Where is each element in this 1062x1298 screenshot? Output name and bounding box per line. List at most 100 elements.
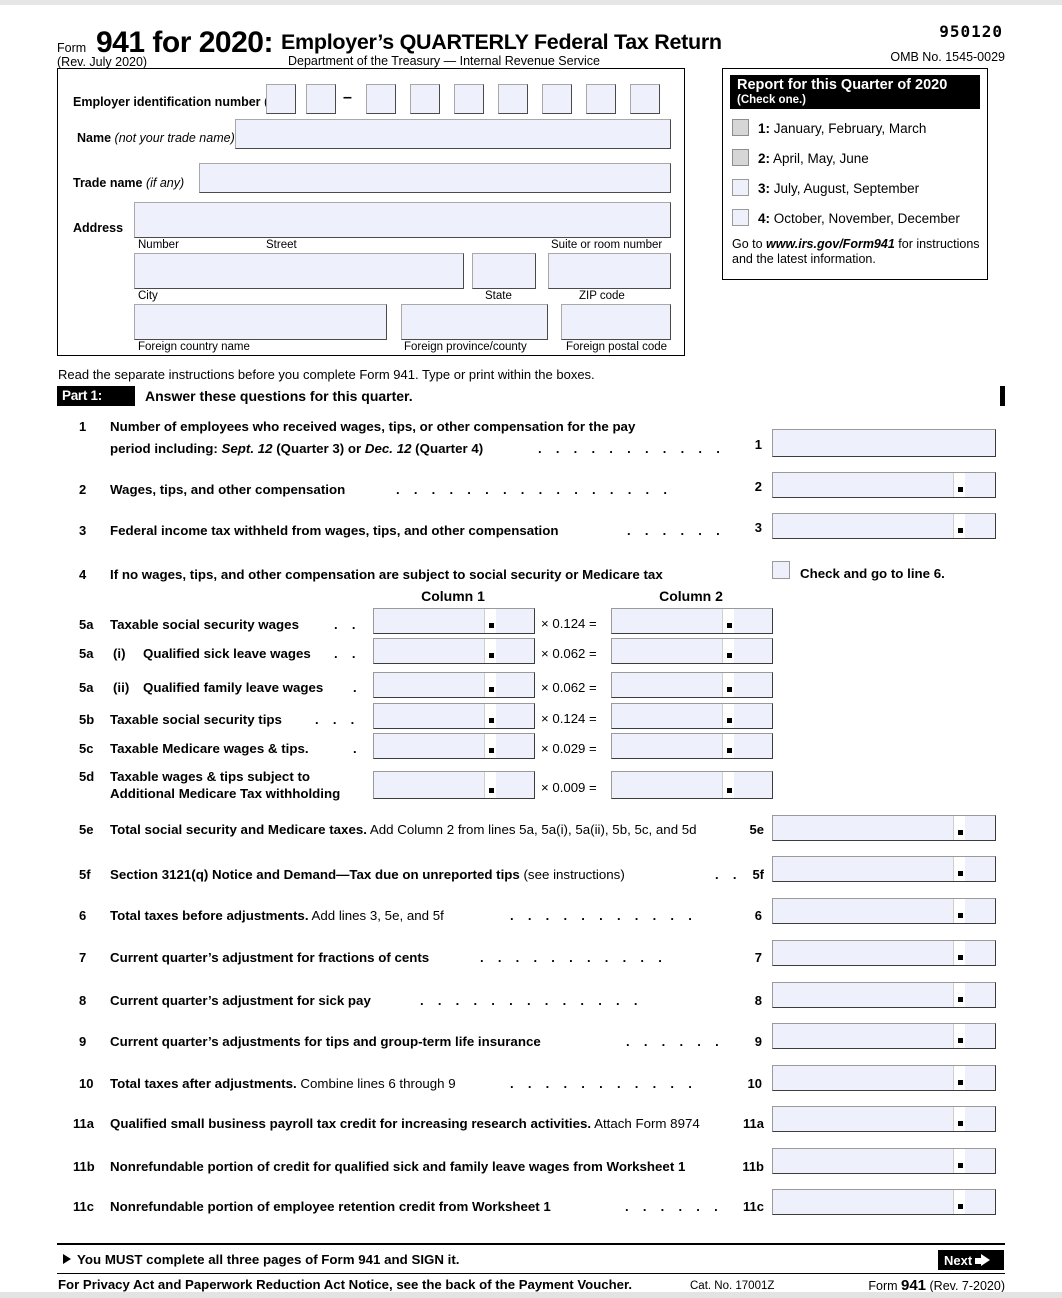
ein-digit-2[interactable] [306,84,336,114]
form-941-page: Form (Rev. July 2020) 941 for 2020: Empl… [0,5,1062,1298]
line-11a-rownum: 11a [743,1116,764,1131]
line-5ai-col2-input[interactable] [611,638,773,664]
line-5f-input[interactable] [772,856,996,882]
quarter-box-subtitle: (Check one.) [737,94,807,106]
ein-digit-4[interactable] [410,84,440,114]
line-10-text: Total taxes after adjustments. Combine l… [110,1076,456,1091]
quarter-checkbox-2[interactable] [732,149,749,166]
ein-digit-6[interactable] [498,84,528,114]
quarter-label-4: October, November, December [773,211,960,226]
line-2-input[interactable] [772,472,996,498]
line-5a-col1-input[interactable] [373,608,535,634]
line-3-text: Federal income tax withheld from wages, … [110,523,559,538]
line-9-input[interactable] [772,1023,996,1049]
line-5e-text: Total social security and Medicare taxes… [110,822,697,837]
ein-digit-7[interactable] [542,84,572,114]
line-5aii-col1-input[interactable] [373,672,535,698]
line-8-number: 8 [79,993,87,1008]
line-5b-col1-input[interactable] [373,703,535,729]
line-5b-text: Taxable social security tips [110,712,282,727]
line-5c-dots: . [353,741,362,756]
foreign-country-input[interactable] [134,304,387,340]
foreign-province-input[interactable] [401,304,548,340]
line-5e-number: 5e [79,822,94,837]
quarter-option-4[interactable]: 4: October, November, December [732,209,960,226]
line-5c-col2-input[interactable] [611,733,773,759]
street-address-input[interactable] [134,202,671,238]
ein-digit-5[interactable] [454,84,484,114]
name-input[interactable] [235,119,671,149]
line-5d-number: 5d [79,769,95,784]
next-button-label: Next [944,1253,973,1268]
line-4-checkbox-label: Check and go to line 6. [800,566,945,581]
city-input[interactable] [134,253,464,289]
line-5ai-dots: . . [334,646,361,661]
line-2-dots: . . . . . . . . . . . . . . . . [396,482,673,497]
line-4-number: 4 [79,567,87,582]
line-5f-text: Section 3121(q) Notice and Demand—Tax du… [110,867,625,882]
zip-sublabel: ZIP code [579,290,625,302]
line-11b-number: 11b [73,1159,95,1174]
line-1-input[interactable] [772,429,996,457]
line-5f-dots: . . [715,867,742,882]
line-7-input[interactable] [772,940,996,966]
quarter-checkbox-1[interactable] [732,119,749,136]
quarter-option-2[interactable]: 2: April, May, June [732,149,869,166]
ein-digit-9[interactable] [630,84,660,114]
line-11b-text: Nonrefundable portion of credit for qual… [110,1159,686,1174]
line-4-checkbox[interactable] [772,561,790,579]
column-2-header: Column 2 [659,588,723,604]
quarter-label-1: January, February, March [773,121,927,136]
column-1-header: Column 1 [421,588,485,604]
line-5d-col2-input[interactable] [611,771,773,799]
line-10-dots: . . . . . . . . . . . [510,1076,698,1091]
line-5b-multiplier: × 0.124 = [541,711,597,726]
line-5c-col1-input[interactable] [373,733,535,759]
ein-digit-8[interactable] [586,84,616,114]
quarter-option-3[interactable]: 3: July, August, September [732,179,919,196]
line-5d-text-a: Taxable wages & tips subject to [110,769,310,784]
line-5a-col2-input[interactable] [611,608,773,634]
line-9-rownum: 9 [754,1034,762,1049]
quarter-checkbox-3[interactable] [732,179,749,196]
quarter-label-2: April, May, June [773,151,869,166]
line-6-input[interactable] [772,898,996,924]
line-2-text: Wages, tips, and other compensation [110,482,346,497]
irs-form941-link[interactable]: www.irs.gov/Form941 [766,237,895,251]
next-button[interactable]: Next [937,1249,1005,1271]
form-title: Employer’s QUARTERLY Federal Tax Return [281,30,722,54]
catalog-number: Cat. No. 17001Z [690,1280,775,1292]
line-5d-multiplier: × 0.009 = [541,780,597,795]
line-11c-dots: . . . . . . [625,1199,724,1214]
suite-sublabel: Suite or room number [551,239,663,251]
part1-heading: Answer these questions for this quarter. [135,386,1000,406]
line-5b-col2-input[interactable] [611,703,773,729]
quarter-option-1[interactable]: 1: January, February, March [732,119,926,136]
state-input[interactable] [472,253,536,289]
line-1-number: 1 [79,419,87,434]
foreign-postal-input[interactable] [561,304,671,340]
quarter-checkbox-4[interactable] [732,209,749,226]
ein-digit-3[interactable] [366,84,396,114]
line-8-rownum: 8 [754,993,762,1008]
line-11b-input[interactable] [772,1148,996,1174]
line-5f-rownum: 5f [752,867,764,882]
line-5e-input[interactable] [772,815,996,841]
line-7-text: Current quarter’s adjustment for fractio… [110,950,430,965]
line-5aii-col2-input[interactable] [611,672,773,698]
line-11a-input[interactable] [772,1106,996,1132]
line-9-text: Current quarter’s adjustments for tips a… [110,1034,541,1049]
trade-name-input[interactable] [199,163,671,193]
line-10-input[interactable] [772,1065,996,1091]
line-3-input[interactable] [772,513,996,539]
line-11c-input[interactable] [772,1189,996,1215]
zip-input[interactable] [548,253,671,289]
line-5d-col1-input[interactable] [373,771,535,799]
line-5ai-col1-input[interactable] [373,638,535,664]
line-8-text: Current quarter’s adjustment for sick pa… [110,993,371,1008]
ein-digit-1[interactable] [266,84,296,114]
line-8-input[interactable] [772,982,996,1008]
footer-bottom-rule [57,1273,1005,1275]
line-3-rownum: 3 [754,520,762,535]
ein-dash: – [343,89,352,106]
